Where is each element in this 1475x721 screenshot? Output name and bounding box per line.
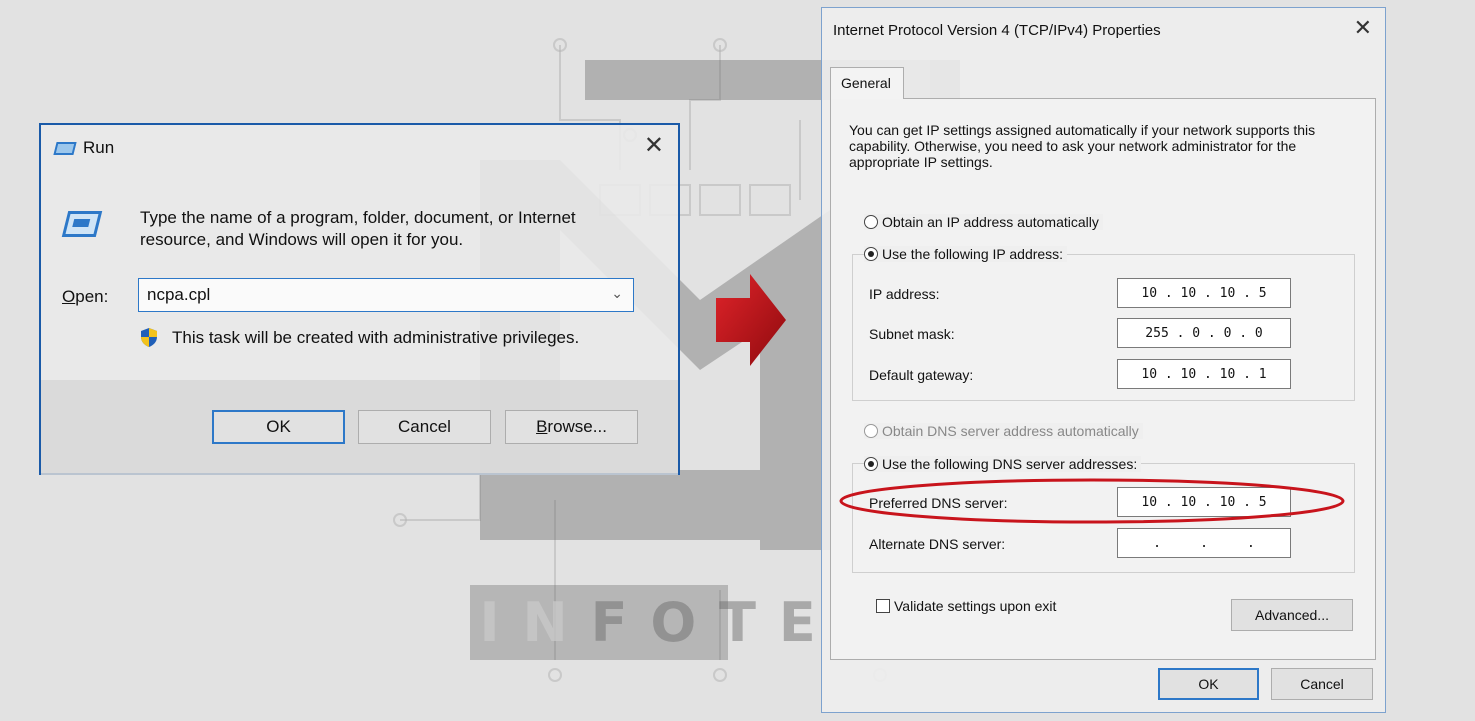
- radio-use-ip-dot[interactable]: [864, 247, 878, 261]
- validate-checkbox-box[interactable]: [876, 599, 890, 613]
- radio-obtain-ip-label: Obtain an IP address automatically: [882, 214, 1099, 230]
- radio-use-dns-label: Use the following DNS server addresses:: [882, 456, 1138, 472]
- radio-use-ip-label: Use the following IP address:: [882, 246, 1064, 262]
- open-combobox-value: ncpa.cpl: [147, 285, 211, 304]
- radio-use-dns[interactable]: Use the following DNS server addresses:: [864, 456, 1142, 472]
- alternate-dns-label: Alternate DNS server:: [869, 536, 1006, 552]
- open-combobox[interactable]: ncpa.cpl ⌄: [138, 278, 634, 312]
- admin-notice: This task will be created with administr…: [140, 327, 579, 348]
- wm-letter: I: [479, 591, 504, 654]
- open-label: Open:: [62, 287, 108, 307]
- highlight-ellipse: [839, 478, 1345, 524]
- radio-obtain-dns-label: Obtain DNS server address automatically: [882, 423, 1139, 439]
- ipv4-ok-button[interactable]: OK: [1158, 668, 1259, 700]
- validate-checkbox[interactable]: Validate settings upon exit: [876, 598, 1056, 614]
- validate-checkbox-label: Validate settings upon exit: [894, 598, 1057, 614]
- alternate-dns-field[interactable]: . . .: [1117, 528, 1291, 558]
- browse-label: rowse...: [547, 417, 607, 436]
- run-title: Run: [83, 138, 115, 157]
- browse-button[interactable]: Browse...: [505, 410, 638, 444]
- watermark-box: [470, 585, 728, 660]
- ok-button[interactable]: OK: [212, 410, 345, 444]
- wm-letter: N: [522, 591, 572, 654]
- cancel-button[interactable]: Cancel: [358, 410, 491, 444]
- open-label-mnemonic: O: [62, 287, 76, 306]
- ipv4-title: Internet Protocol Version 4 (TCP/IPv4) P…: [833, 22, 1161, 39]
- ip-address-label: IP address:: [869, 286, 940, 302]
- wm-letter: E: [778, 591, 820, 654]
- wm-letter: F: [590, 591, 632, 654]
- admin-notice-text: This task will be created with administr…: [172, 327, 580, 347]
- ipv4-close-button[interactable]: ✕: [1354, 15, 1372, 41]
- run-titlebar: Run: [53, 138, 115, 158]
- run-dialog: Run ✕ Type the name of a program, folder…: [39, 123, 680, 475]
- advanced-button[interactable]: Advanced...: [1231, 599, 1353, 631]
- run-close-button[interactable]: ✕: [644, 131, 664, 160]
- red-arrow-icon: [716, 274, 786, 366]
- subnet-mask-label: Subnet mask:: [869, 326, 955, 342]
- radio-obtain-ip-dot[interactable]: [864, 215, 878, 229]
- uac-shield-icon: [140, 327, 158, 348]
- browse-mnemonic: B: [536, 417, 548, 436]
- radio-obtain-dns-dot[interactable]: [864, 424, 878, 438]
- default-gateway-field[interactable]: 10 . 10 . 10 . 1: [1117, 359, 1291, 389]
- radio-use-dns-dot[interactable]: [864, 457, 878, 471]
- open-label-text: pen:: [75, 287, 109, 306]
- run-program-icon: [61, 211, 103, 237]
- subnet-mask-field[interactable]: 255 . 0 . 0 . 0: [1117, 318, 1291, 348]
- radio-obtain-ip[interactable]: Obtain an IP address automatically: [864, 214, 1103, 230]
- ipv4-intro: You can get IP settings assigned automat…: [849, 122, 1316, 170]
- tab-general[interactable]: General: [830, 67, 904, 99]
- wm-letter: O: [650, 591, 701, 654]
- ipv4-cancel-button[interactable]: Cancel: [1271, 668, 1373, 700]
- run-description: Type the name of a program, folder, docu…: [140, 208, 576, 249]
- wm-letter: T: [719, 591, 761, 654]
- chevron-down-icon[interactable]: ⌄: [611, 285, 623, 302]
- radio-use-ip[interactable]: Use the following IP address:: [864, 246, 1068, 262]
- radio-obtain-dns[interactable]: Obtain DNS server address automatically: [864, 423, 1143, 439]
- run-app-icon: [53, 141, 77, 155]
- ip-address-field[interactable]: 10 . 10 . 10 . 5: [1117, 278, 1291, 308]
- default-gateway-label: Default gateway:: [869, 367, 974, 383]
